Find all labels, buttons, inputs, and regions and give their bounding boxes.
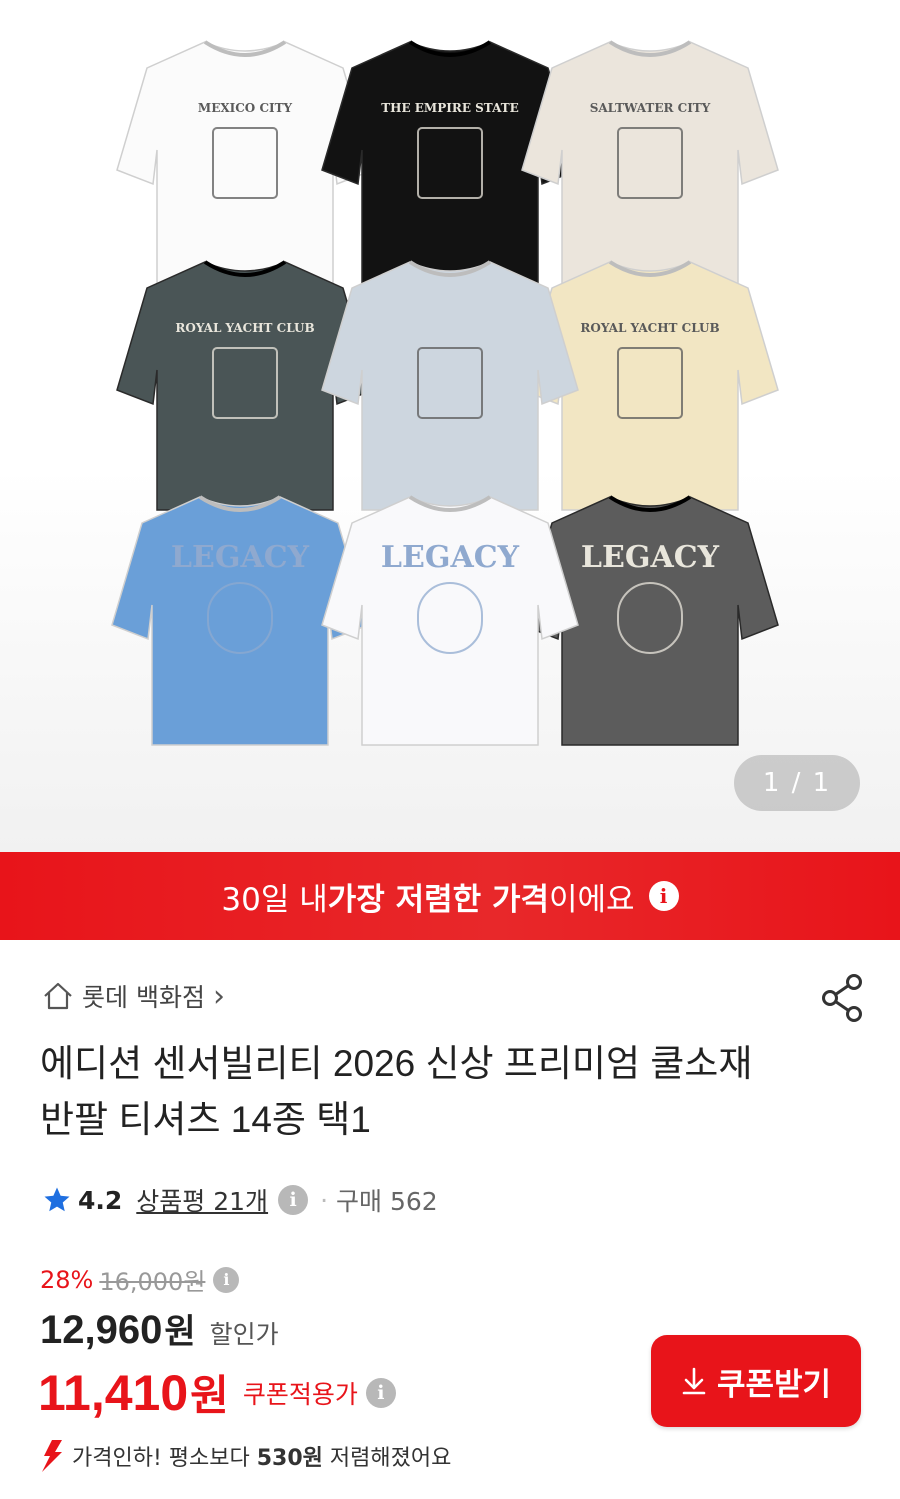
get-coupon-button[interactable]: 쿠폰받기 [651, 1335, 861, 1427]
separator-dot: · [320, 1185, 329, 1215]
rating-score: 4.2 [78, 1185, 123, 1215]
get-coupon-label: 쿠폰받기 [716, 1366, 832, 1402]
sale-price-label: 할인가 [209, 1320, 279, 1349]
purchase-count: 구매 562 [336, 1187, 438, 1216]
sale-price-row: 12,960 원 할인가 [40, 1304, 279, 1353]
tshirt-ivory-saltwater-city: SALTWATER CITY [521, 40, 779, 291]
svg-text:ROYAL YACHT CLUB: ROYAL YACHT CLUB [175, 321, 314, 335]
coupon-price-row: 11,410 원 쿠폰적용가 i [38, 1362, 396, 1423]
store-name: 롯데 백화점 [82, 983, 205, 1012]
svg-text:LEGACY: LEGACY [381, 540, 520, 575]
sale-price: 12,960 [40, 1308, 163, 1352]
discount-rate: 28% [40, 1265, 94, 1294]
coupon-price-unit: 원 [190, 1371, 229, 1420]
coupon-price-label: 쿠폰적용가 [242, 1379, 358, 1409]
price-drop-notice: 가격인하! 평소보다 530원 저렴해졌어요 [38, 1438, 451, 1474]
coupon-price: 11,410 [38, 1364, 189, 1421]
sale-price-unit: 원 [164, 1312, 196, 1352]
original-price: 16,000원 [99, 1268, 206, 1296]
rating-row: 4.2 상품평 21개 i · 구매 562 [42, 1182, 438, 1218]
original-price-row: 28% 16,000원 i [40, 1262, 240, 1297]
star-icon [44, 1187, 70, 1212]
down-trend-arrow-icon [42, 1440, 62, 1472]
svg-text:SALTWATER CITY: SALTWATER CITY [590, 101, 711, 115]
image-pager: 1 / 1 [734, 755, 860, 811]
info-icon[interactable]: i [648, 881, 679, 911]
svg-text:THE EMPIRE STATE: THE EMPIRE STATE [381, 101, 519, 115]
product-image: MEXICO CITY THE EMPIRE STATE SALTWATER CIT… [111, 40, 779, 746]
banner-suffix: 이에요 [549, 881, 635, 918]
info-icon[interactable]: i [213, 1266, 240, 1293]
store-link[interactable]: 롯데 백화점 › [42, 978, 225, 1014]
download-arrow-icon [682, 1367, 706, 1395]
price-drop-text: 가격인하! 평소보다 530원 저렴해졌어요 [72, 1446, 452, 1471]
banner-prefix: 30일 내 [221, 881, 328, 918]
info-icon[interactable]: i [365, 1377, 396, 1408]
chevron-right-icon: › [212, 978, 225, 1014]
svg-text:ROYAL YACHT CLUB: ROYAL YACHT CLUB [580, 321, 719, 335]
svg-text:LEGACY: LEGACY [581, 540, 720, 575]
tshirt-lightblue-building [321, 260, 579, 511]
svg-text:MEXICO CITY: MEXICO CITY [198, 101, 293, 115]
lowest-price-banner[interactable]: 30일 내 가장 저렴한 가격 이에요 i [0, 852, 900, 940]
info-icon[interactable]: i [278, 1185, 309, 1215]
svg-text:LEGACY: LEGACY [171, 540, 310, 575]
banner-highlight: 가장 저렴한 가격 [327, 881, 549, 918]
product-title: 에디션 센서빌리티 2026 신상 프리미엄 쿨소재 반팔 티셔츠 14종 택1 [40, 1043, 753, 1140]
tshirt-white-legacy: LEGACY [321, 495, 579, 746]
review-count-link[interactable]: 상품평 21개 [136, 1182, 268, 1218]
home-icon [44, 982, 72, 1010]
product-image-gallery[interactable]: MEXICO CITY THE EMPIRE STATE SALTWATER CIT… [0, 0, 900, 852]
share-icon[interactable] [818, 972, 866, 1024]
